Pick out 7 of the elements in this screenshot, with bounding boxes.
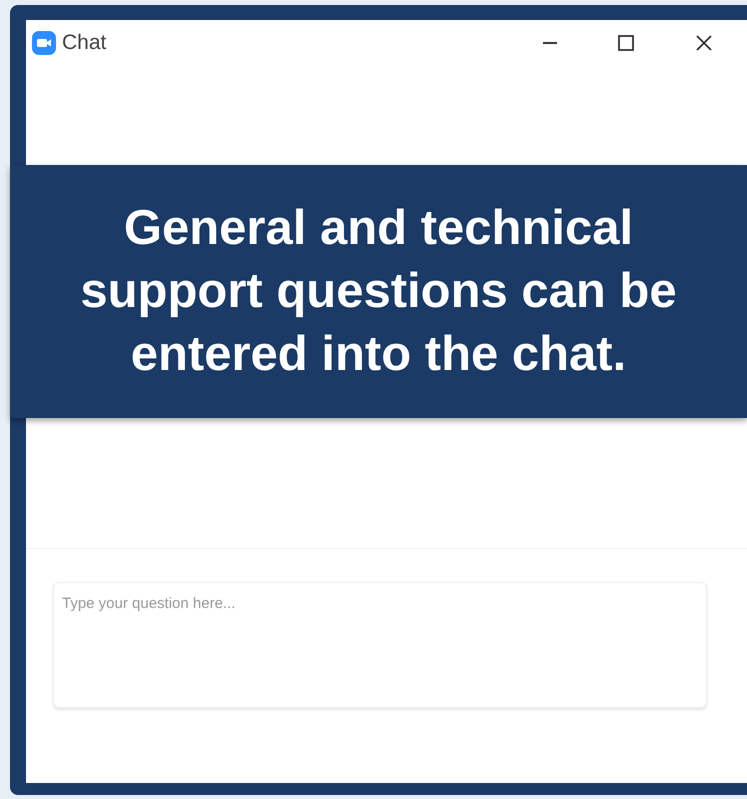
minimize-icon bbox=[543, 42, 557, 44]
maximize-icon bbox=[617, 34, 635, 52]
video-camera-icon bbox=[32, 30, 56, 54]
question-field[interactable]: Type your question here... bbox=[53, 582, 707, 708]
callout-text: General and technical support questions can be entered into the chat. bbox=[79, 200, 678, 383]
close-icon bbox=[695, 34, 713, 52]
window-title: Chat bbox=[62, 30, 106, 54]
